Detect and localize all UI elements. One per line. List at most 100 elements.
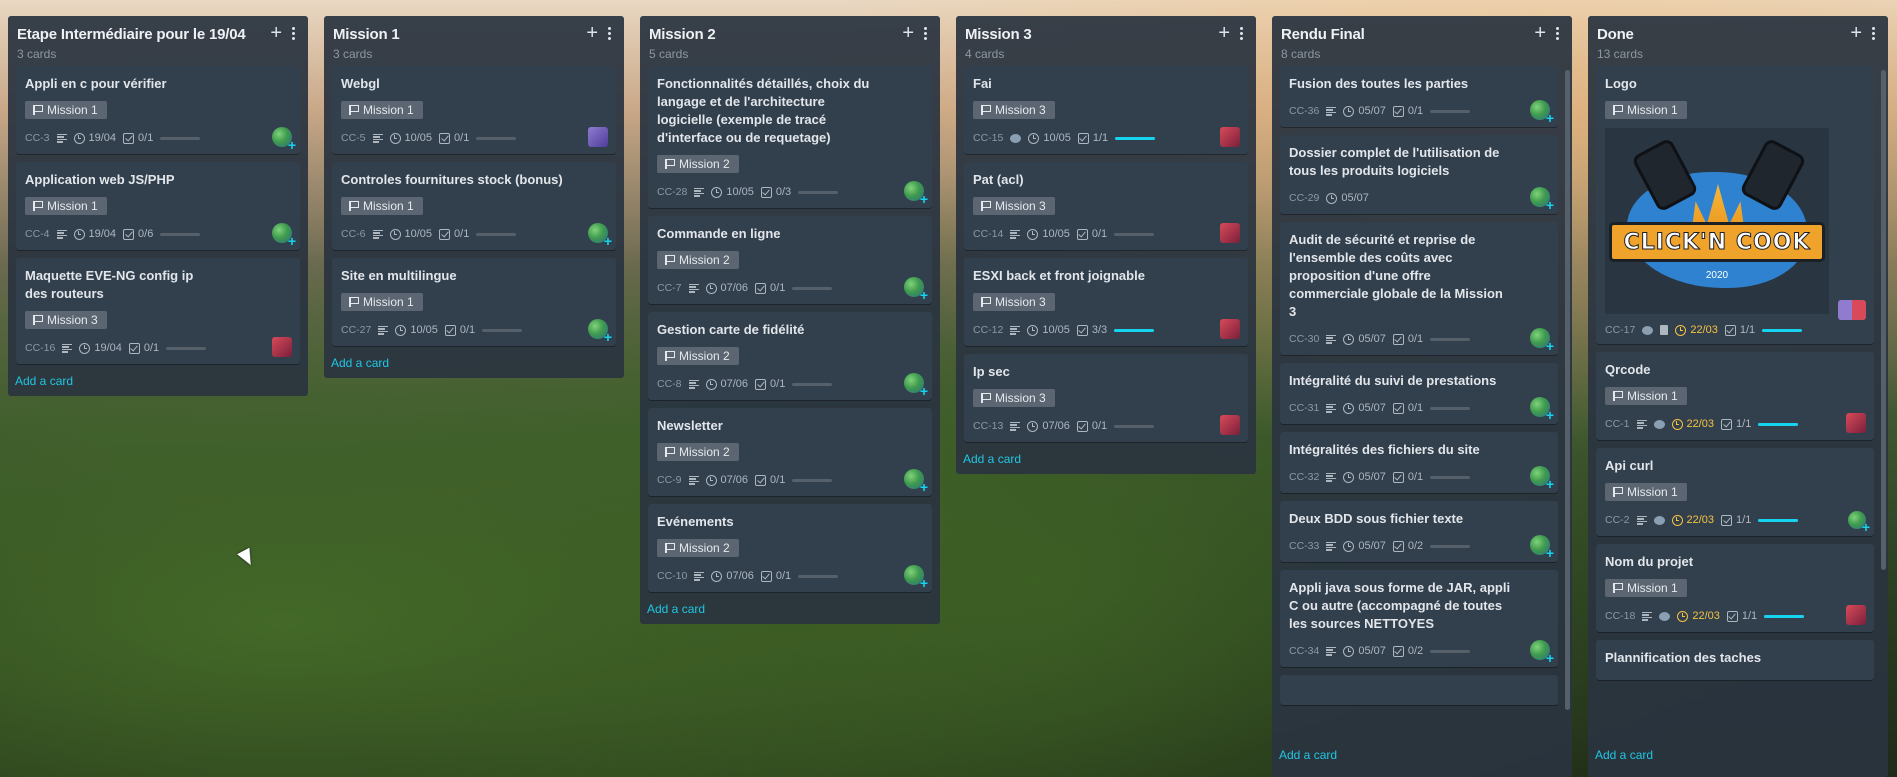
member-avatar[interactable]	[1220, 415, 1240, 435]
member-avatar[interactable]	[588, 127, 608, 147]
card-label: Mission 2	[657, 251, 739, 269]
list-menu-icon[interactable]	[1556, 26, 1560, 40]
list-menu-icon[interactable]	[1240, 26, 1244, 40]
add-card-plus-icon[interactable]: +	[1218, 23, 1230, 43]
member-avatar[interactable]	[1530, 640, 1554, 666]
card-checklist: 1/1	[1726, 610, 1757, 622]
card-date: 19/04	[73, 132, 116, 144]
list-card-count: 3 cards	[333, 47, 373, 61]
card-title: Intégralité du suivi de prestations	[1289, 373, 1497, 388]
card[interactable]: Deux BDD sous fichier texte CC-33 05/07 …	[1280, 501, 1558, 562]
list-scrollbar[interactable]	[1565, 70, 1570, 710]
member-avatar[interactable]	[1530, 187, 1554, 213]
comment-icon	[1659, 611, 1671, 621]
member-avatar[interactable]	[904, 373, 928, 399]
member-avatars[interactable]	[1838, 300, 1866, 320]
add-card-button[interactable]: Add a card	[1272, 742, 1572, 770]
card[interactable]: Gestion carte de fidélité Mission 2 CC-8…	[648, 312, 932, 400]
member-avatar[interactable]	[904, 277, 928, 303]
card[interactable]: Pat (acl) Mission 3 CC-14 10/05 0/1	[964, 162, 1248, 250]
card[interactable]: Fonctionnalités détaillés, choix du lang…	[648, 66, 932, 208]
card-partial[interactable]	[1280, 675, 1558, 705]
flag-icon	[1613, 391, 1623, 401]
card-label: Mission 1	[341, 197, 423, 215]
card[interactable]: Commande en ligne Mission 2 CC-7 07/06 0…	[648, 216, 932, 304]
card[interactable]: Api curl Mission 1 CC-2 22/03 1/1	[1596, 448, 1874, 536]
add-card-button[interactable]: Add a card	[324, 354, 624, 378]
add-card-button[interactable]: Add a card	[1588, 742, 1888, 770]
description-icon	[1326, 403, 1337, 413]
card-date: 19/04	[79, 342, 122, 354]
checklist-icon	[1726, 610, 1738, 622]
add-card-plus-icon[interactable]: +	[270, 23, 282, 43]
member-avatar[interactable]	[1530, 466, 1554, 492]
list-menu-icon[interactable]	[924, 26, 928, 40]
add-card-plus-icon[interactable]: +	[902, 23, 914, 43]
card-date: 05/07	[1343, 645, 1386, 657]
card[interactable]: Webgl Mission 1 CC-5 10/05 0/1	[332, 66, 616, 154]
card-title: Deux BDD sous fichier texte	[1289, 511, 1464, 526]
card[interactable]: Appli en c pour vérifier Mission 1 CC-3 …	[16, 66, 300, 154]
checklist-progress-bar	[1114, 424, 1155, 428]
card[interactable]: Dossier complet de l'utilisation de tous…	[1280, 135, 1558, 214]
card-code: CC-9	[657, 474, 682, 486]
member-avatar[interactable]	[904, 565, 928, 591]
card[interactable]: Fusion des toutes les parties CC-36 05/0…	[1280, 66, 1558, 127]
member-avatar[interactable]	[272, 337, 292, 357]
card[interactable]: Site en multilingue Mission 1 CC-27 10/0…	[332, 258, 616, 346]
member-avatar[interactable]	[1846, 605, 1866, 625]
add-card-button[interactable]: Add a card	[956, 450, 1256, 474]
member-avatar[interactable]	[1530, 328, 1554, 354]
member-avatar[interactable]	[904, 469, 928, 495]
card[interactable]: Fai Mission 3 CC-15 10/05 1/1	[964, 66, 1248, 154]
member-avatar[interactable]	[1220, 127, 1240, 147]
card[interactable]: Evénements Mission 2 CC-10 07/06 0/1	[648, 504, 932, 592]
card[interactable]: Audit de sécurité et reprise de l'ensemb…	[1280, 222, 1558, 355]
mouse-cursor	[237, 547, 257, 569]
card[interactable]: Maquette EVE-NG config ip des routeurs M…	[16, 258, 300, 364]
list-card-count: 3 cards	[17, 47, 57, 61]
card[interactable]: Qrcode Mission 1 CC-1 22/03 1/1	[1596, 352, 1874, 440]
card[interactable]: Intégralités des fichiers du site CC-32 …	[1280, 432, 1558, 493]
card[interactable]: Plannification des taches	[1596, 640, 1874, 680]
list-menu-icon[interactable]	[1872, 26, 1876, 40]
list-scrollbar[interactable]	[1881, 70, 1886, 570]
member-avatar[interactable]	[1530, 100, 1554, 126]
clock-icon	[1675, 324, 1687, 336]
member-avatar[interactable]	[1530, 397, 1554, 423]
description-icon	[372, 229, 383, 239]
add-card-plus-icon[interactable]: +	[1850, 23, 1862, 43]
member-avatar[interactable]	[1846, 413, 1866, 433]
card[interactable]: ESXI back et front joignable Mission 3 C…	[964, 258, 1248, 346]
card[interactable]: Nom du projet Mission 1 CC-18 22/03 1/1	[1596, 544, 1874, 632]
member-avatar[interactable]	[588, 319, 612, 345]
card[interactable]: Intégralité du suivi de prestations CC-3…	[1280, 363, 1558, 424]
card[interactable]: Newsletter Mission 2 CC-9 07/06 0/1	[648, 408, 932, 496]
list-menu-icon[interactable]	[608, 26, 612, 40]
clock-icon	[1028, 132, 1040, 144]
checklist-progress-bar	[1758, 422, 1799, 426]
checklist-progress-bar	[1430, 475, 1471, 479]
card[interactable]: Ip sec Mission 3 CC-13 07/06 0/1	[964, 354, 1248, 442]
card-label: Mission 2	[657, 443, 739, 461]
member-avatar[interactable]	[1220, 319, 1240, 339]
member-avatar[interactable]	[1220, 223, 1240, 243]
card[interactable]: Application web JS/PHP Mission 1 CC-4 19…	[16, 162, 300, 250]
member-avatar[interactable]	[1848, 511, 1870, 535]
card[interactable]: Controles fournitures stock (bonus) Miss…	[332, 162, 616, 250]
add-card-button[interactable]: Add a card	[640, 600, 940, 624]
add-card-plus-icon[interactable]: +	[1534, 23, 1546, 43]
card[interactable]: Appli java sous forme de JAR, appli C ou…	[1280, 570, 1558, 667]
checklist-icon	[439, 132, 451, 144]
add-card-button[interactable]: Add a card	[8, 372, 308, 396]
member-avatar[interactable]	[588, 223, 612, 249]
checklist-icon	[444, 324, 456, 336]
card-date: 05/07	[1343, 402, 1386, 414]
add-card-plus-icon[interactable]: +	[586, 23, 598, 43]
member-avatar[interactable]	[1530, 535, 1554, 561]
list-menu-icon[interactable]	[292, 26, 296, 40]
card[interactable]: Logo Mission 1 CLICK'N COOK 2020 CC-17 2…	[1596, 66, 1874, 344]
member-avatar[interactable]	[272, 223, 296, 249]
member-avatar[interactable]	[904, 181, 928, 207]
member-avatar[interactable]	[272, 127, 296, 153]
